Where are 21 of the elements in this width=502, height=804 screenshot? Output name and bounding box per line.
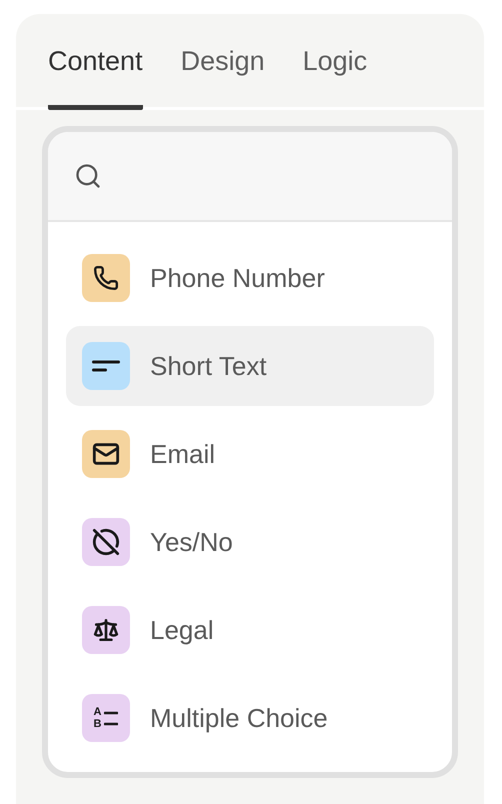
tab[interactable]: Logic xyxy=(302,46,368,110)
field-type-label: Legal xyxy=(150,614,214,646)
circle-slash-icon xyxy=(92,528,120,556)
field-type-label: Email xyxy=(150,438,216,470)
field-type-label: Yes/No xyxy=(150,526,233,558)
short-text-icon xyxy=(92,360,120,372)
tab[interactable]: Design xyxy=(180,46,265,110)
field-type-label: Short Text xyxy=(150,350,267,382)
search-icon xyxy=(74,162,102,190)
tab[interactable]: Content xyxy=(48,46,143,110)
scales-icon xyxy=(93,617,119,643)
field-type-item[interactable]: A B Multiple Choice xyxy=(66,678,434,758)
field-type-label: Multiple Choice xyxy=(150,702,328,734)
field-type-item[interactable]: Phone Number xyxy=(66,238,434,318)
field-type-item[interactable]: Legal xyxy=(66,590,434,670)
search-field[interactable] xyxy=(48,132,452,222)
field-type-item[interactable]: Short Text xyxy=(66,326,434,406)
field-type-label: Phone Number xyxy=(150,262,325,294)
field-type-item[interactable]: Yes/No xyxy=(66,502,434,582)
phone-icon xyxy=(93,265,119,291)
field-type-item[interactable]: Email xyxy=(66,414,434,494)
